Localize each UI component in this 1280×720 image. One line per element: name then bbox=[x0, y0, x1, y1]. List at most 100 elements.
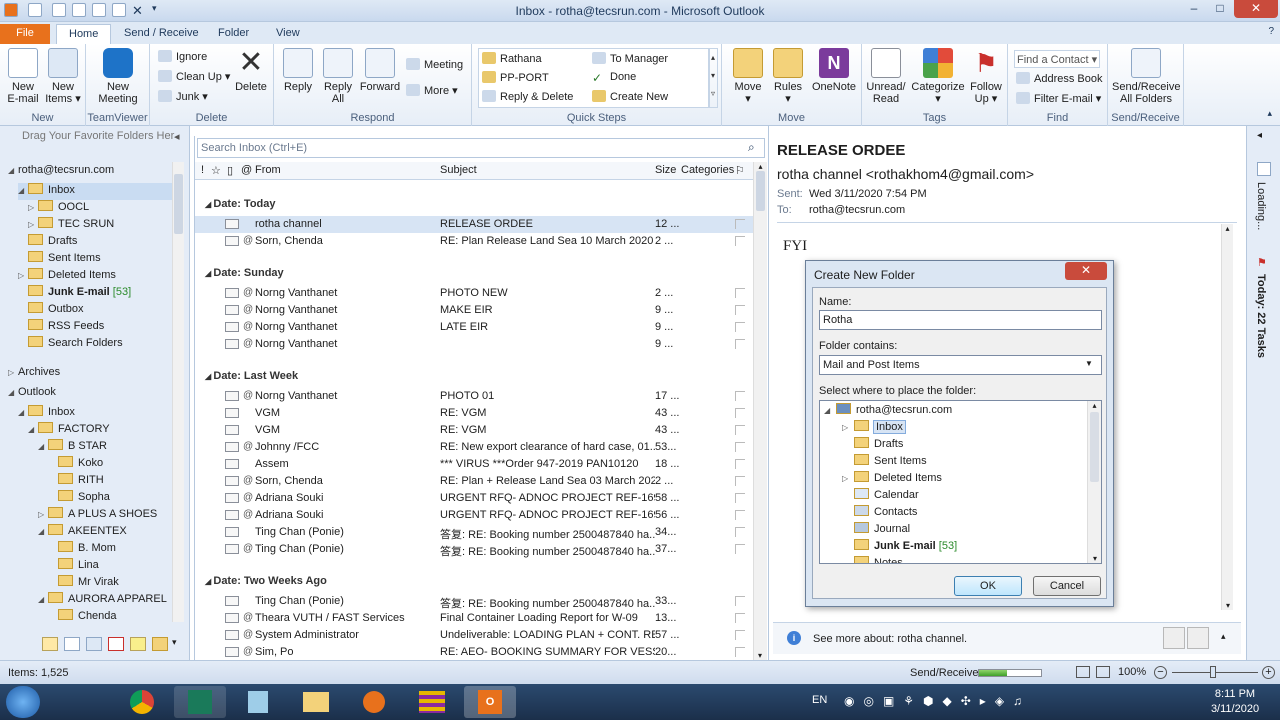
send-receive-status[interactable]: Send/Receive bbox=[910, 667, 979, 679]
tab-file[interactable]: File bbox=[0, 24, 50, 44]
expand-people-pane-icon[interactable]: ▴ bbox=[1221, 631, 1226, 642]
list-scrollbar[interactable]: ▴ ▾ bbox=[753, 162, 767, 660]
people-pane-text[interactable]: See more about: rotha channel. bbox=[813, 633, 967, 645]
nav-folder[interactable]: Sopha bbox=[48, 490, 110, 507]
table-row[interactable]: @ Norng Vanthanet MAKE EIR 9 ... bbox=[195, 302, 753, 319]
icon-column-icon[interactable]: ▯ bbox=[227, 164, 233, 177]
tree-item[interactable]: Notes bbox=[842, 556, 903, 563]
find-contact-input[interactable]: Find a Contact ▾ bbox=[1014, 50, 1100, 68]
tasks-module-icon[interactable] bbox=[108, 637, 124, 651]
expand-arrow-icon[interactable]: ▷ bbox=[842, 474, 854, 483]
scroll-up-icon[interactable]: ▴ bbox=[1088, 401, 1101, 410]
tree-scrollbar[interactable]: ▴ ▾ bbox=[1087, 401, 1101, 563]
flag-outline-icon[interactable] bbox=[735, 544, 745, 554]
send-receive-all-button[interactable]: Send/Receive All Folders bbox=[1112, 48, 1181, 105]
quick-step-pp-port[interactable]: PP-PORT bbox=[482, 71, 549, 84]
nav-folder[interactable]: ◢ B STAR bbox=[38, 439, 107, 456]
taskbar-app-icon[interactable] bbox=[232, 686, 284, 718]
nav-folder[interactable]: Koko bbox=[48, 456, 103, 473]
nav-folder[interactable]: ◢ Inbox bbox=[18, 405, 75, 422]
group-header[interactable]: ◢ Date: Last Week bbox=[205, 370, 298, 382]
scroll-up-icon[interactable]: ▴ bbox=[754, 162, 767, 171]
table-row[interactable]: @ Norng Vanthanet PHOTO 01 17 ... bbox=[195, 388, 753, 405]
table-row[interactable]: @ Sim, Po RE: AEO- BOOKING SUMMARY FOR VES… bbox=[195, 644, 753, 661]
expand-arrow-icon[interactable]: ▷ bbox=[38, 510, 48, 519]
expand-todo-icon[interactable]: ◂ bbox=[1257, 130, 1262, 141]
forward-button[interactable]: Forward bbox=[358, 48, 402, 93]
group-header[interactable]: ◢ Date: Two Weeks Ago bbox=[205, 575, 327, 587]
nav-folder[interactable]: Mr Virak bbox=[48, 575, 119, 592]
nav-folder[interactable]: ▷ A PLUS A SHOES bbox=[38, 507, 157, 524]
to-value[interactable]: rotha@tecsrun.com bbox=[809, 204, 905, 216]
table-row[interactable]: Ting Chan (Ponie) 答复: RE: Booking number … bbox=[195, 593, 753, 610]
tree-item[interactable]: Calendar bbox=[842, 488, 919, 501]
collapse-ribbon-icon[interactable]: ▴ bbox=[1267, 108, 1272, 119]
group-header[interactable]: ◢ Date: Today bbox=[205, 198, 276, 210]
reading-scrollbar[interactable]: ▴ ▾ bbox=[1221, 224, 1233, 610]
expand-arrow-icon[interactable]: ◢ bbox=[38, 595, 48, 604]
table-row[interactable]: @ Adriana Souki URGENT RFQ- ADNOC PROJECT … bbox=[195, 490, 753, 507]
nav-account[interactable]: ◢ rotha@tecsrun.com bbox=[8, 164, 114, 181]
column-categories[interactable]: Categories bbox=[681, 164, 734, 176]
filter-email-button[interactable]: Filter E-mail ▾ bbox=[1016, 92, 1101, 105]
flag-outline-icon[interactable] bbox=[735, 527, 745, 537]
quick-step-rathana[interactable]: Rathana bbox=[482, 52, 542, 65]
table-row[interactable]: Assem *** VIRUS ***Order 947-2019 PAN1012… bbox=[195, 456, 753, 473]
taskbar-app-icon[interactable] bbox=[406, 686, 458, 718]
column-size[interactable]: Size bbox=[655, 164, 676, 176]
flag-outline-icon[interactable] bbox=[735, 596, 745, 606]
start-button-icon[interactable] bbox=[6, 686, 40, 718]
nav-folder[interactable]: RSS Feeds bbox=[18, 319, 104, 336]
table-row[interactable]: VGM RE: VGM 43 ... bbox=[195, 422, 753, 439]
nav-folder[interactable]: B. Mom bbox=[48, 541, 116, 558]
configure-buttons-icon[interactable]: ▾ bbox=[172, 637, 177, 648]
language-indicator[interactable]: EN bbox=[812, 694, 827, 706]
search-inbox-input[interactable]: Search Inbox (Ctrl+E) bbox=[197, 138, 765, 158]
expand-arrow-icon[interactable]: ◢ bbox=[18, 186, 28, 195]
column-subject[interactable]: Subject bbox=[440, 164, 477, 176]
follow-up-button[interactable]: ⚑ Follow Up ▾ bbox=[966, 48, 1006, 105]
zoom-slider-thumb[interactable] bbox=[1210, 666, 1216, 678]
flag-outline-icon[interactable] bbox=[735, 476, 745, 486]
categorize-button[interactable]: Categorize ▾ bbox=[910, 48, 966, 105]
tree-item[interactable]: Drafts bbox=[842, 437, 903, 450]
tab-folder[interactable]: Folder bbox=[206, 24, 261, 44]
zoom-out-icon[interactable]: − bbox=[1154, 666, 1167, 679]
folder-list-module-icon[interactable] bbox=[152, 637, 168, 651]
rules-button[interactable]: Rules ▾ bbox=[770, 48, 806, 105]
message-sender[interactable]: rotha channel <rothakhom4@gmail.com> bbox=[777, 166, 1034, 182]
tree-item[interactable]: Journal bbox=[842, 522, 910, 535]
normal-view-icon[interactable] bbox=[1076, 666, 1090, 678]
explorer-icon[interactable] bbox=[290, 686, 342, 718]
nav-folder[interactable]: Chenda bbox=[48, 609, 117, 626]
dropdown-arrow-icon[interactable]: ▼ bbox=[1085, 359, 1093, 368]
clock-date[interactable]: 3/11/2020 bbox=[1196, 703, 1274, 715]
tab-home[interactable]: Home bbox=[56, 24, 112, 44]
table-row[interactable]: @ Norng Vanthanet 9 ... bbox=[195, 336, 753, 353]
ok-button[interactable]: OK bbox=[954, 576, 1022, 596]
nav-folder[interactable]: Drafts bbox=[18, 234, 77, 251]
collapse-nav-icon[interactable]: ◂ bbox=[174, 130, 180, 147]
list-scroll-thumb[interactable] bbox=[756, 171, 765, 211]
table-row[interactable]: @ Sorn, Chenda RE: Plan Release Land Sea 1… bbox=[195, 233, 753, 250]
nav-scrollbar[interactable] bbox=[172, 162, 184, 622]
group-header[interactable]: ◢ Date: Sunday bbox=[205, 267, 284, 279]
contact-photo-icon[interactable] bbox=[1187, 627, 1209, 649]
more-button[interactable]: More ▾ bbox=[406, 84, 458, 97]
folder-name-input[interactable]: Rotha bbox=[819, 310, 1102, 330]
taskbar-app-icon[interactable] bbox=[174, 686, 226, 718]
nav-folder[interactable]: ◢ FACTORY bbox=[28, 422, 110, 439]
unread-read-button[interactable]: Unread/ Read bbox=[864, 48, 908, 105]
ignore-button[interactable]: Ignore bbox=[158, 50, 207, 63]
table-row[interactable]: @ Norng Vanthanet PHOTO NEW 2 ... bbox=[195, 285, 753, 302]
flag-outline-icon[interactable] bbox=[735, 613, 745, 623]
mail-module-icon[interactable] bbox=[42, 637, 58, 651]
clean-up-button[interactable]: Clean Up ▾ bbox=[158, 70, 230, 83]
nav-folder[interactable]: RITH bbox=[48, 473, 104, 490]
flag-outline-icon[interactable] bbox=[735, 425, 745, 435]
taskbar-app-icon[interactable] bbox=[58, 686, 110, 718]
nav-folder[interactable]: ◢ Inbox bbox=[18, 183, 172, 200]
media-player-icon[interactable] bbox=[348, 686, 400, 718]
tree-item[interactable]: Contacts bbox=[842, 505, 917, 518]
expand-arrow-icon[interactable]: ◢ bbox=[824, 406, 836, 415]
